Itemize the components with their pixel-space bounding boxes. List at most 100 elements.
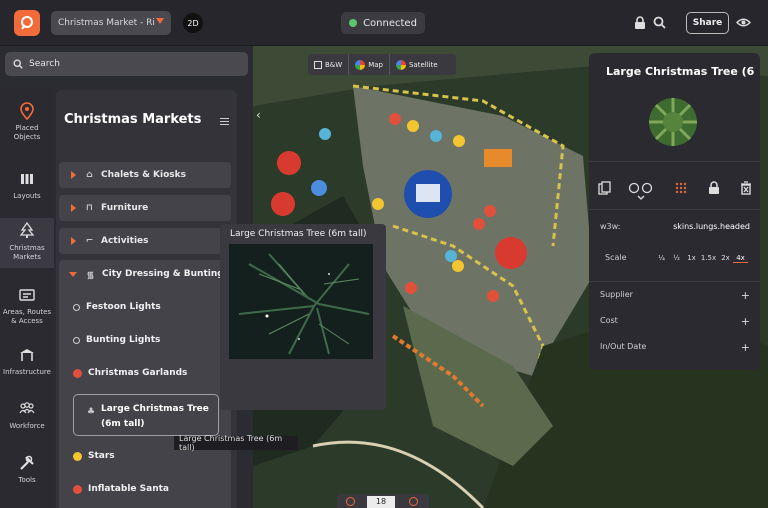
divider	[589, 281, 760, 282]
share-button[interactable]: Share	[686, 12, 729, 34]
row-label: In/Out Date	[600, 342, 647, 351]
in-out-date-row[interactable]: In/Out Date +	[600, 341, 750, 354]
view-mode-toggle[interactable]: 2D	[183, 13, 203, 33]
map-pin-icon	[20, 102, 34, 120]
santa-icon	[73, 484, 82, 494]
project-selector[interactable]: Christmas Market - Ri	[51, 11, 171, 35]
zoom-out-icon[interactable]	[346, 497, 355, 506]
cost-row[interactable]: Cost +	[600, 315, 750, 328]
nav-placed-objects[interactable]: Placed Objects	[0, 96, 54, 152]
nav-infrastructure[interactable]: Infrastructure	[0, 346, 54, 377]
delete-icon[interactable]	[739, 181, 753, 195]
nav-workforce[interactable]: Workforce	[0, 400, 54, 431]
item-label: Bunting Lights	[86, 335, 161, 345]
category-city-dressing: ᯾ City Dressing & Bunting Festoon Lights…	[59, 260, 231, 508]
scale-option[interactable]: ½	[669, 254, 684, 263]
google-icon	[395, 59, 406, 70]
divider	[589, 161, 760, 162]
furniture-icon: ⊓	[85, 203, 94, 213]
scale-label: Scale	[605, 253, 627, 262]
star-icon	[73, 451, 82, 461]
w3w-value: skins.lungs.headed	[673, 222, 750, 231]
nav-christmas-markets[interactable]: Christmas Markets	[0, 218, 54, 268]
festoon-icon	[73, 303, 80, 311]
zoom-control: 18	[337, 494, 429, 508]
category-header-city-dressing[interactable]: ᯾ City Dressing & Bunting	[59, 264, 224, 284]
item-label: Inflatable Santa	[88, 484, 169, 494]
list-item-bunting-lights[interactable]: Bunting Lights	[73, 335, 160, 345]
list-item-christmas-garlands[interactable]: Christmas Garlands	[73, 368, 187, 378]
copy-icon[interactable]	[598, 181, 612, 195]
bunting-icon: ᯾	[86, 270, 95, 281]
nav-label: Tools	[18, 476, 36, 484]
activities-icon: ⌐	[85, 236, 94, 246]
layer-bw[interactable]: B&W	[308, 54, 350, 75]
collapse-panel-icon[interactable]: ‹	[256, 108, 266, 122]
status-dot-icon	[349, 19, 358, 27]
category-label: City Dressing & Bunting	[102, 269, 224, 279]
workforce-icon	[19, 402, 35, 414]
chalet-icon: ⌂	[86, 170, 93, 180]
zoom-in-icon[interactable]	[409, 497, 418, 506]
rotate-icon[interactable]	[628, 181, 654, 195]
category-furniture[interactable]: ⊓ Furniture	[59, 195, 231, 221]
grid-icon[interactable]	[674, 181, 688, 195]
category-activities[interactable]: ⌐ Activities	[59, 228, 231, 254]
layer-map[interactable]: Map	[349, 54, 390, 75]
left-nav: Placed Objects Layouts Christmas Markets…	[0, 88, 54, 508]
connection-status: Connected	[341, 12, 425, 34]
item-label: Christmas Garlands	[88, 368, 188, 378]
layer-label: Map	[368, 60, 383, 69]
layer-satellite[interactable]: Satellite	[390, 54, 444, 75]
layer-label: B&W	[325, 60, 343, 69]
nav-label: Christmas	[9, 244, 45, 252]
scale-option[interactable]: 2x	[718, 254, 733, 263]
add-icon[interactable]: +	[741, 289, 750, 302]
bunting-lights-icon	[73, 336, 80, 344]
chevron-down-icon	[69, 271, 77, 277]
category-label: Activities	[101, 236, 149, 246]
tools-icon	[20, 455, 34, 470]
nav-label: Workforce	[9, 422, 45, 430]
details-title: Large Christmas Tree (6	[606, 65, 755, 78]
lock-icon[interactable]	[632, 14, 648, 30]
scale-options: ¼ ½ 1x 1.5x 2x 4x	[654, 254, 748, 263]
layer-label: Satellite	[408, 60, 438, 69]
infrastructure-icon	[20, 349, 34, 361]
chevron-down-icon	[156, 18, 164, 24]
nav-label: Areas, Routes	[2, 308, 52, 316]
add-icon[interactable]: +	[741, 341, 750, 354]
eye-icon[interactable]	[735, 14, 751, 30]
list-item-stars[interactable]: Stars	[73, 451, 115, 461]
item-preview-card: Large Christmas Tree (6m tall)	[220, 224, 386, 410]
list-view-icon[interactable]	[220, 118, 229, 125]
layouts-icon	[21, 174, 33, 184]
chevron-down-icon[interactable]	[637, 195, 645, 201]
item-label: Festoon Lights	[86, 302, 161, 312]
garland-icon	[73, 368, 82, 378]
search-input[interactable]: Search	[5, 52, 248, 76]
scale-option[interactable]: 1x	[684, 254, 699, 263]
search-icon[interactable]	[651, 14, 667, 30]
scale-option[interactable]: 1.5x	[699, 254, 718, 263]
supplier-row[interactable]: Supplier +	[600, 289, 750, 302]
list-item-festoon-lights[interactable]: Festoon Lights	[73, 302, 161, 312]
list-item-large-christmas-tree[interactable]: ♣ Large Christmas Tree (6m tall)	[73, 394, 219, 436]
chevron-right-icon	[71, 204, 76, 212]
scale-option-selected[interactable]: 4x	[733, 254, 748, 263]
lock-icon[interactable]	[707, 181, 721, 195]
item-label-line1: Large Christmas Tree	[101, 404, 209, 414]
list-item-inflatable-santa[interactable]: Inflatable Santa	[73, 484, 169, 494]
category-chalets-kiosks[interactable]: ⌂ Chalets & Kiosks	[59, 162, 231, 188]
search-icon	[13, 59, 23, 69]
app-logo-icon[interactable]	[14, 10, 40, 36]
nav-layouts[interactable]: Layouts	[0, 170, 54, 201]
google-icon	[355, 59, 366, 70]
nav-tools[interactable]: Tools	[0, 454, 54, 485]
zoom-level[interactable]: 18	[367, 496, 395, 508]
nav-label: Infrastructure	[3, 368, 51, 376]
row-label: Cost	[600, 316, 618, 325]
scale-option[interactable]: ¼	[654, 254, 669, 263]
add-icon[interactable]: +	[741, 315, 750, 328]
nav-areas-routes[interactable]: Areas, Routes & Access	[0, 286, 54, 326]
